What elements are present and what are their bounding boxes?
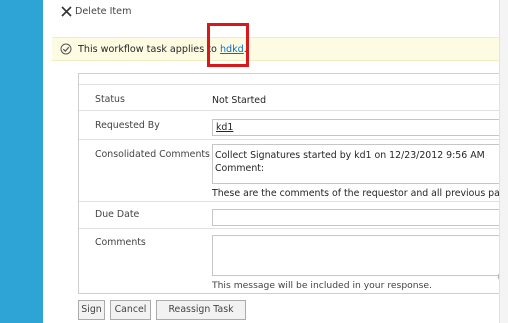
notice-message: This workflow task applies to bbox=[78, 44, 220, 55]
highlight-annotation bbox=[207, 23, 249, 67]
cancel-button[interactable]: Cancel bbox=[110, 300, 151, 320]
background-strip bbox=[0, 0, 43, 323]
delete-item-label: Delete Item bbox=[75, 6, 132, 17]
close-icon bbox=[61, 6, 72, 17]
due-date-row: Due Date bbox=[79, 202, 504, 229]
requested-by-label: Requested By bbox=[95, 120, 160, 131]
task-form: Status Not Started Requested By kd1 Cons… bbox=[78, 73, 508, 295]
status-label: Status bbox=[95, 94, 125, 105]
status-value: Not Started bbox=[212, 95, 267, 106]
comments-row: Comments This message will be included i… bbox=[79, 229, 504, 295]
dialog-scroll-edge bbox=[499, 0, 508, 323]
comments-textarea[interactable] bbox=[212, 235, 504, 276]
form-header-row bbox=[79, 74, 504, 85]
requested-by-field[interactable]: kd1 bbox=[212, 119, 504, 136]
consolidated-comments-row: Consolidated Comments Collect Signatures… bbox=[79, 140, 508, 202]
consolidated-comments-line1: Collect Signatures started by kd1 on 12/… bbox=[215, 150, 485, 161]
consolidated-comments-note: These are the comments of the requestor … bbox=[212, 188, 508, 199]
check-circle-icon bbox=[60, 43, 72, 55]
reassign-task-button[interactable]: Reassign Task bbox=[156, 300, 246, 320]
status-row: Status Not Started bbox=[79, 85, 504, 111]
due-date-label: Due Date bbox=[95, 209, 140, 220]
task-dialog: Delete Item This workflow task applies t… bbox=[43, 0, 508, 323]
requested-by-value[interactable]: kd1 bbox=[216, 122, 233, 133]
consolidated-comments-label: Consolidated Comments bbox=[95, 149, 210, 160]
delete-item-button[interactable]: Delete Item bbox=[61, 4, 131, 19]
due-date-input[interactable] bbox=[212, 209, 504, 226]
sign-button[interactable]: Sign bbox=[78, 300, 105, 320]
workflow-notice: This workflow task applies to hdkd. bbox=[52, 37, 508, 61]
comments-label: Comments bbox=[95, 237, 146, 248]
requested-by-row: Requested By kd1 bbox=[79, 111, 504, 140]
comments-hint: This message will be included in your re… bbox=[212, 280, 432, 291]
consolidated-comments-line2: Comment: bbox=[215, 163, 265, 174]
